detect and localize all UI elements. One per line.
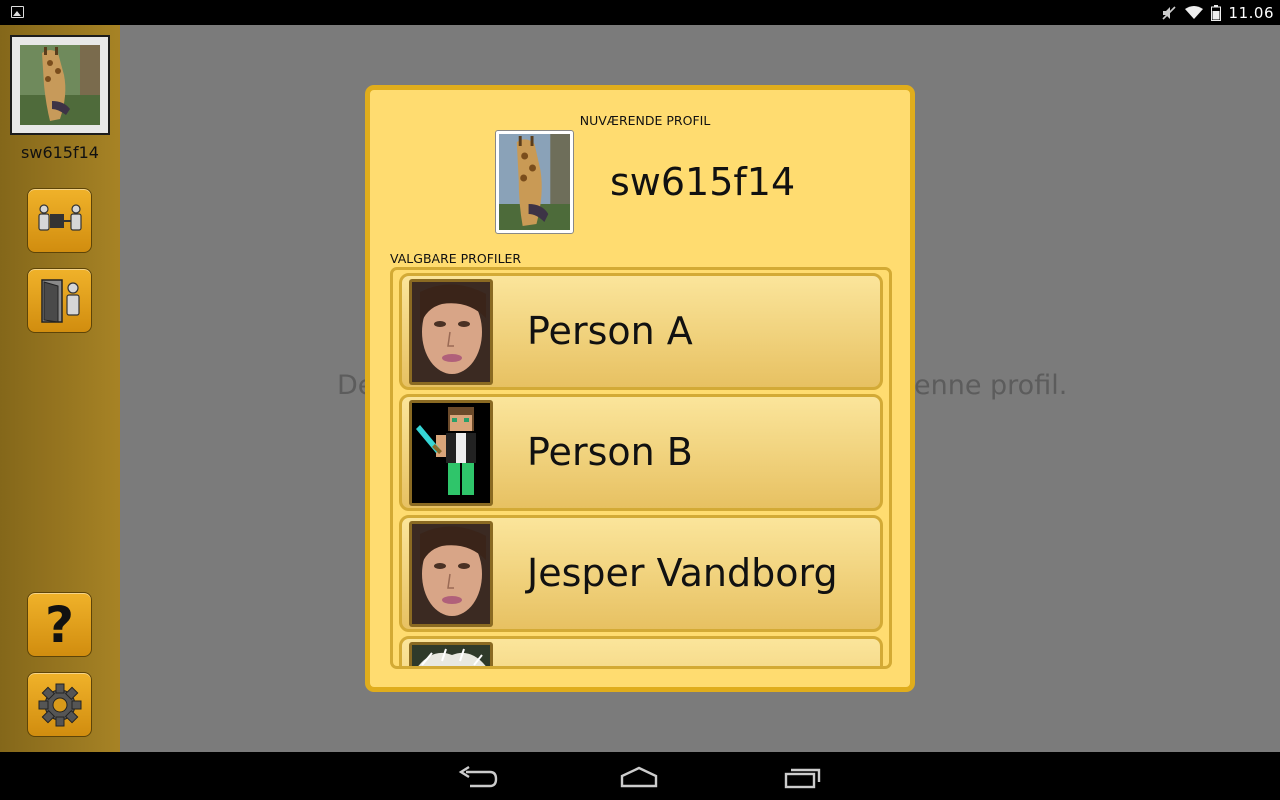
giraffe-photo <box>499 134 570 230</box>
profile-list[interactable]: Person A Person B Jesper Vandborg <box>390 267 892 669</box>
gallery-icon <box>11 6 24 18</box>
recent-apps-button[interactable] <box>777 762 827 792</box>
logout-button[interactable] <box>27 268 92 333</box>
profile-thumbnail <box>409 279 493 385</box>
status-icons: 11.06 <box>1161 0 1274 25</box>
back-icon <box>458 765 498 788</box>
profile-name: Jesper Vandborg <box>527 551 838 595</box>
help-button[interactable]: ? <box>27 592 92 657</box>
profile-dialog: NUVÆRENDE PROFIL sw615f14 VALGBARE PROFI… <box>365 85 915 692</box>
status-bar: 11.06 <box>0 0 1280 25</box>
gear-icon <box>38 683 81 726</box>
battery-icon <box>1210 4 1221 21</box>
current-profile-name: sw615f14 <box>610 160 796 204</box>
minecraft-character-image <box>412 403 490 503</box>
switch-profile-button[interactable] <box>27 188 92 253</box>
settings-button[interactable] <box>27 672 92 737</box>
wifi-icon <box>1184 5 1203 19</box>
profile-thumbnail <box>409 521 493 627</box>
person-transfer-icon <box>37 203 82 231</box>
profile-name: Person A <box>527 309 693 353</box>
sidebar-avatar[interactable] <box>10 35 110 135</box>
back-button[interactable] <box>452 762 502 792</box>
choose-profile-label: VALGBARE PROFILER <box>390 251 522 266</box>
sidebar: sw615f14 ? <box>0 25 120 752</box>
home-button[interactable] <box>614 762 664 792</box>
profile-thumbnail <box>409 400 493 506</box>
door-exit-icon <box>40 278 80 323</box>
profile-item-person-b[interactable]: Person B <box>399 394 883 511</box>
background-text-right: enne profil. <box>914 370 1068 401</box>
woman-face-photo <box>412 282 490 382</box>
mute-icon <box>1161 5 1176 20</box>
profile-item-jesper-vandborg[interactable]: Jesper Vandborg <box>399 515 883 632</box>
status-clock: 11.06 <box>1228 3 1274 22</box>
recent-apps-icon <box>784 768 821 789</box>
question-mark-icon: ? <box>44 595 74 654</box>
profile-name: Person B <box>527 430 693 474</box>
app-content: De enne profil. sw615f14 ? NUVÆRENDE PRO… <box>0 25 1280 752</box>
woman-face-photo <box>412 524 490 624</box>
sidebar-username: sw615f14 <box>21 143 99 162</box>
home-icon <box>620 766 658 788</box>
profile-item-partial[interactable] <box>399 636 883 666</box>
profile-item-person-a[interactable]: Person A <box>399 273 883 390</box>
navigation-bar <box>0 752 1280 800</box>
current-profile-avatar <box>495 130 574 234</box>
profile-thumbnail <box>409 642 493 666</box>
giraffe-photo <box>20 45 100 125</box>
current-profile-label: NUVÆRENDE PROFIL <box>579 113 711 128</box>
bird-photo <box>412 645 490 666</box>
